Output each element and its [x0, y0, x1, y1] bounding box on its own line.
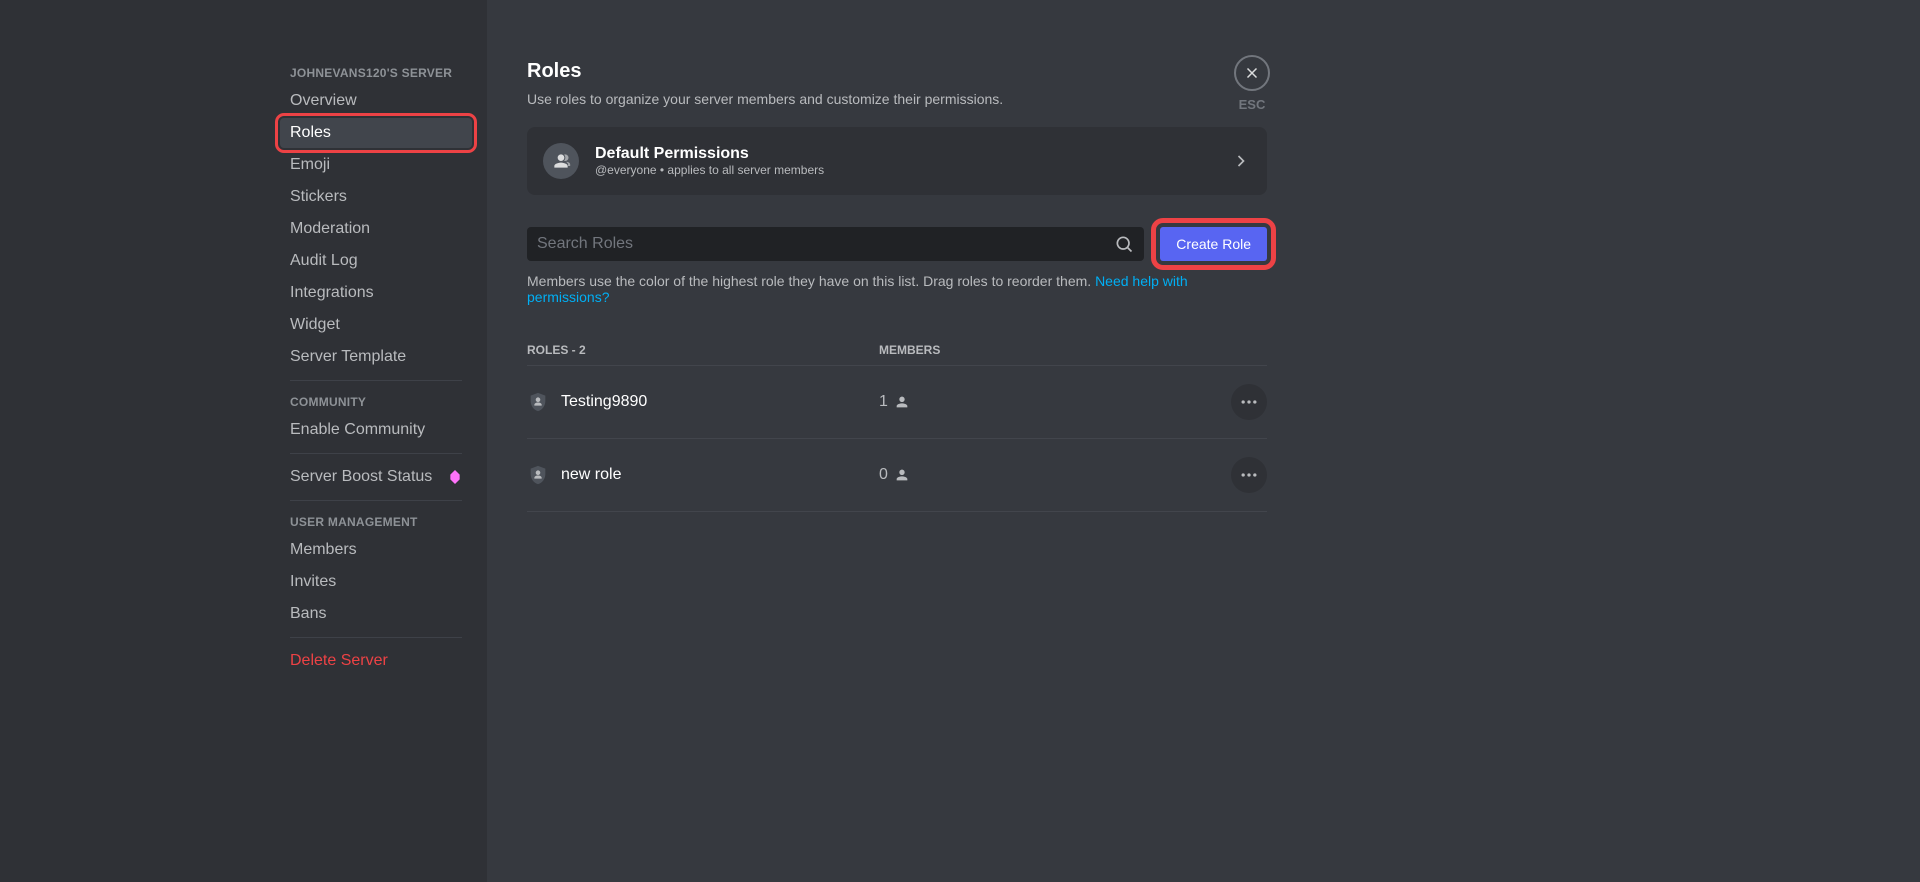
close-label: ESC [1239, 97, 1266, 112]
divider [290, 637, 462, 638]
sidebar-item-widget[interactable]: Widget [280, 310, 472, 340]
boost-icon [448, 470, 462, 484]
sidebar-item-integrations[interactable]: Integrations [280, 278, 472, 308]
sidebar-region: JOHNEVANS120'S SERVER Overview Roles Emo… [0, 0, 487, 882]
roles-table-header: ROLES - 2 MEMBERS [527, 335, 1267, 366]
role-name-wrap: new role [527, 464, 879, 486]
user-mgmt-header: USER MANAGEMENT [280, 509, 472, 535]
members-icon-wrap [543, 143, 579, 179]
role-name-wrap: Testing9890 [527, 391, 879, 413]
sidebar-item-emoji[interactable]: Emoji [280, 150, 472, 180]
default-permissions-title: Default Permissions [595, 145, 1231, 163]
default-permissions-subtitle: @everyone • applies to all server member… [595, 163, 1231, 177]
sidebar-item-boost-status[interactable]: Server Boost Status [280, 462, 472, 492]
search-roles-input[interactable] [537, 235, 1114, 253]
server-name-header: JOHNEVANS120'S SERVER [280, 60, 472, 86]
close-icon [1243, 64, 1261, 82]
more-horizontal-icon [1239, 465, 1259, 485]
role-row[interactable]: new role 0 [527, 439, 1267, 512]
role-name: new role [561, 466, 621, 484]
role-row[interactable]: Testing9890 1 [527, 366, 1267, 439]
shield-icon [527, 391, 549, 413]
content: Roles Use roles to organize your server … [527, 60, 1267, 512]
default-permissions-text: Default Permissions @everyone • applies … [595, 145, 1231, 177]
divider [290, 500, 462, 501]
role-members-count: 0 [879, 466, 1231, 484]
search-icon [1114, 234, 1134, 254]
create-role-button[interactable]: Create Role [1160, 227, 1267, 261]
sidebar-item-stickers[interactable]: Stickers [280, 182, 472, 212]
sidebar-item-enable-community[interactable]: Enable Community [280, 415, 472, 445]
hint-text: Members use the color of the highest rol… [527, 273, 1267, 305]
search-input-wrap [527, 227, 1144, 261]
members-icon [551, 151, 571, 171]
sidebar-item-members[interactable]: Members [280, 535, 472, 565]
sidebar-item-invites[interactable]: Invites [280, 567, 472, 597]
sidebar-item-overview[interactable]: Overview [280, 86, 472, 116]
sidebar-item-bans[interactable]: Bans [280, 599, 472, 629]
page-title: Roles [527, 60, 1267, 83]
person-icon [894, 394, 910, 410]
close-button[interactable]: ESC [1234, 55, 1270, 112]
sidebar-item-audit-log[interactable]: Audit Log [280, 246, 472, 276]
role-actions [1231, 384, 1267, 420]
sidebar: JOHNEVANS120'S SERVER Overview Roles Emo… [280, 60, 472, 882]
role-actions [1231, 457, 1267, 493]
sidebar-item-delete-server[interactable]: Delete Server [280, 646, 472, 676]
sidebar-item-roles[interactable]: Roles [280, 118, 472, 148]
role-more-button[interactable] [1231, 384, 1267, 420]
shield-icon [527, 464, 549, 486]
chevron-right-icon [1231, 151, 1251, 171]
divider [290, 453, 462, 454]
person-icon [894, 467, 910, 483]
more-horizontal-icon [1239, 392, 1259, 412]
sidebar-item-moderation[interactable]: Moderation [280, 214, 472, 244]
role-name: Testing9890 [561, 393, 647, 411]
content-region: Roles Use roles to organize your server … [487, 0, 1920, 882]
role-members-count: 1 [879, 393, 1231, 411]
community-header: COMMUNITY [280, 389, 472, 415]
close-circle [1234, 55, 1270, 91]
members-column-header: MEMBERS [879, 343, 1267, 357]
roles-column-header: ROLES - 2 [527, 343, 879, 357]
page-description: Use roles to organize your server member… [527, 91, 1267, 107]
default-permissions-card[interactable]: Default Permissions @everyone • applies … [527, 127, 1267, 195]
role-more-button[interactable] [1231, 457, 1267, 493]
sidebar-item-server-template[interactable]: Server Template [280, 342, 472, 372]
divider [290, 380, 462, 381]
search-row: Create Role [527, 227, 1267, 261]
